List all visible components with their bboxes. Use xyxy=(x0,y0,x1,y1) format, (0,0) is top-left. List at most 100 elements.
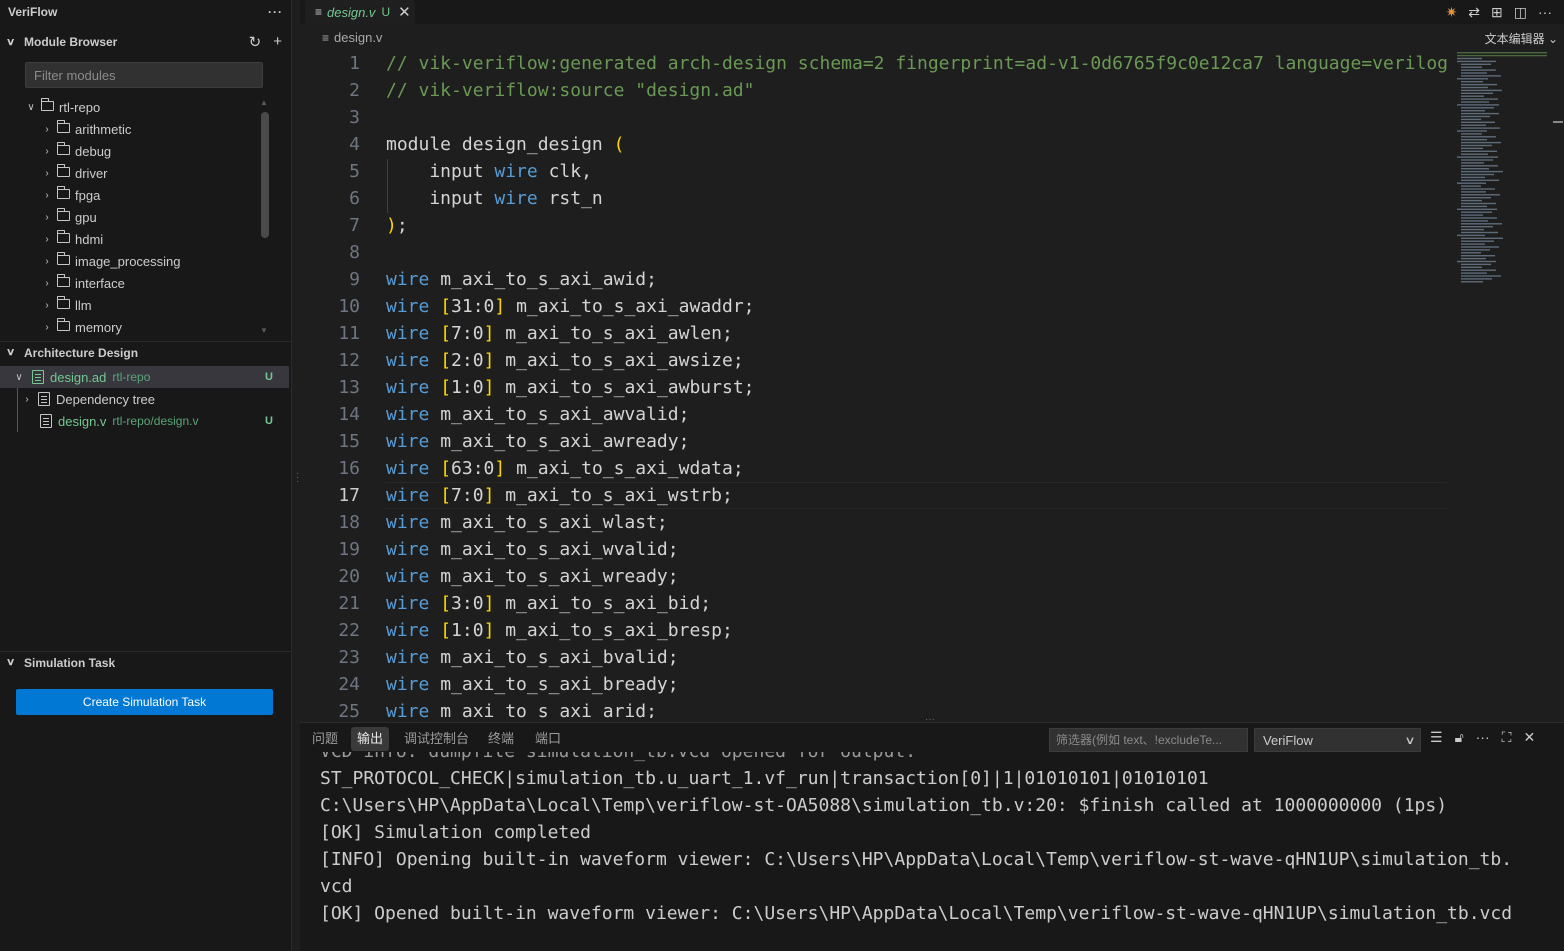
maximize-panel-icon[interactable]: ⛶ xyxy=(1502,729,1512,746)
breadcrumb-file[interactable]: design.v xyxy=(334,30,382,45)
folder-icon xyxy=(41,98,54,111)
chevron-right-icon: › xyxy=(45,299,49,311)
tab-untracked-badge: U xyxy=(381,5,391,19)
sidebar-title: VeriFlow xyxy=(8,5,58,19)
minimap-line xyxy=(1461,89,1502,92)
breadcrumb[interactable]: ≡ design.v xyxy=(322,30,382,45)
folder-icon xyxy=(57,186,70,199)
line-number: 12 xyxy=(338,350,360,371)
output-channel-value: VeriFlow xyxy=(1263,732,1313,748)
section-architecture-design[interactable]: ∨ Architecture Design xyxy=(0,341,292,363)
output-log[interactable]: VCD info: dumpfile simulation_tb.vcd ope… xyxy=(300,752,1564,951)
tree-folder-label: image_processing xyxy=(75,253,181,269)
sidebar: VeriFlow ··· ∨ Module Browser ↻ + ∨ rtl-… xyxy=(0,0,292,951)
file-lines-icon: ≡ xyxy=(322,30,330,45)
minimap-line xyxy=(1457,78,1488,80)
chevron-down-icon: ∨ xyxy=(1404,734,1416,747)
clear-output-icon[interactable]: ☰ xyxy=(1430,729,1443,746)
minimap-line xyxy=(1461,220,1488,222)
minimap-line xyxy=(1461,95,1484,97)
tree-folder-label: memory xyxy=(75,319,122,335)
design-v-item[interactable]: design.v rtl-repo/design.v U xyxy=(0,410,289,432)
compare-changes-icon[interactable]: ⇄ xyxy=(1468,4,1480,21)
tree-folder-hdmi[interactable]: › hdmi xyxy=(40,228,103,250)
tree-folder-fpga[interactable]: › fpga xyxy=(40,184,100,206)
code-line: 24 wire m_axi_to_s_axi_bready; xyxy=(300,671,1450,698)
design-ad-item[interactable]: ∨ design.ad rtl-repo U xyxy=(0,366,289,388)
minimap-line xyxy=(1461,246,1499,248)
tree-folder-driver[interactable]: › driver xyxy=(40,162,108,184)
verilog-file-name: design.v xyxy=(58,413,107,429)
sidebar-resize-handle[interactable]: · · · xyxy=(296,469,299,487)
line-number: 5 xyxy=(349,161,360,182)
code-text: wire [3:0] m_axi_to_s_axi_bid; xyxy=(386,593,712,614)
code-line: 6 input wire rst_n xyxy=(300,185,1450,212)
code-line: 1 // vik-veriflow:generated arch-design s… xyxy=(300,50,1450,77)
line-number: 23 xyxy=(338,647,360,668)
minimap-line xyxy=(1461,199,1482,202)
dependency-tree-icon xyxy=(38,392,50,406)
close-icon[interactable]: ✕ xyxy=(1523,729,1535,746)
minimap-line xyxy=(1461,188,1495,190)
design-file-name: design.ad xyxy=(50,369,107,385)
minimap-line xyxy=(1461,263,1491,266)
output-channel-select[interactable]: VeriFlow ∨ xyxy=(1254,728,1421,752)
add-icon[interactable]: + xyxy=(273,33,282,51)
module-browser-scrollbar[interactable] xyxy=(261,112,269,238)
minimap[interactable] xyxy=(1455,50,1550,290)
lock-icon[interactable]: 🔓︎ xyxy=(1455,729,1464,746)
text-editor-selector[interactable]: 文本编辑器 ⌄ xyxy=(1485,30,1558,47)
code-editor[interactable]: 1 // vik-veriflow:generated arch-design s… xyxy=(300,50,1450,718)
scroll-down-icon[interactable]: ▼ xyxy=(260,326,268,335)
section-simulation-task[interactable]: ∨ Simulation Task xyxy=(0,651,292,673)
tree-folder-gpu[interactable]: › gpu xyxy=(40,206,97,228)
chevron-down-icon: ∨ xyxy=(5,347,16,358)
line-number: 21 xyxy=(338,593,360,614)
split-editor-icon[interactable]: ◫ xyxy=(1514,4,1527,21)
minimap-line xyxy=(1461,240,1494,242)
refresh-icon[interactable]: ↻ xyxy=(249,33,262,51)
scroll-up-icon[interactable]: ▲ xyxy=(260,98,268,107)
line-number: 17 xyxy=(338,485,360,506)
dependency-tree-item[interactable]: › Dependency tree xyxy=(0,388,289,410)
minimap-line xyxy=(1457,156,1498,158)
minimap-line xyxy=(1461,69,1496,71)
minimap-line xyxy=(1461,214,1483,216)
more-actions-icon[interactable]: ··· xyxy=(1476,729,1490,746)
tree-folder-arithmetic[interactable]: › arithmetic xyxy=(40,118,131,140)
tree-folder-llm[interactable]: › llm xyxy=(40,294,92,316)
minimap-line xyxy=(1461,228,1484,231)
line-number: 10 xyxy=(338,296,360,317)
panel-resize-handle[interactable]: ··· xyxy=(925,714,935,725)
create-simulation-task-button[interactable]: Create Simulation Task xyxy=(16,689,273,715)
sparkle-icon[interactable]: ✷ xyxy=(1446,4,1458,21)
tab-design-v[interactable]: ≡ design.v U ✕ xyxy=(305,0,415,24)
chevron-right-icon: › xyxy=(45,211,49,223)
code-line: 20 wire m_axi_to_s_axi_wready; xyxy=(300,563,1450,590)
tree-root-rtl-repo[interactable]: ∨ rtl-repo xyxy=(24,96,100,118)
more-actions-icon[interactable]: ··· xyxy=(268,5,283,19)
section-module-browser[interactable]: ∨ Module Browser ↻ + xyxy=(0,31,292,53)
panel-tab-1[interactable]: 输出 xyxy=(351,727,390,751)
tree-folder-interface[interactable]: › interface xyxy=(40,272,125,294)
code-text: wire m_axi_to_s_axi_bready; xyxy=(386,674,679,695)
panel-tab-0[interactable]: 问题 xyxy=(306,727,344,751)
filter-modules-input[interactable] xyxy=(25,62,263,88)
tree-folder-memory[interactable]: › memory xyxy=(40,316,122,338)
minimap-line xyxy=(1461,281,1483,283)
close-icon[interactable]: ✕ xyxy=(398,3,411,21)
tree-root-label: rtl-repo xyxy=(59,99,101,115)
chevron-down-icon: ∨ xyxy=(5,657,16,668)
output-filter-input[interactable] xyxy=(1049,728,1248,752)
minimap-line xyxy=(1457,130,1487,132)
panel-tab-4[interactable]: 端口 xyxy=(529,727,567,751)
tree-folder-debug[interactable]: › debug xyxy=(40,140,111,162)
minimap-line xyxy=(1461,66,1482,68)
panel-tab-3[interactable]: 终端 xyxy=(482,727,520,751)
more-actions-icon[interactable]: ··· xyxy=(1538,4,1552,21)
code-line: 23 wire m_axi_to_s_axi_bvalid; xyxy=(300,644,1450,671)
tree-folder-image-processing[interactable]: › image_processing xyxy=(40,250,181,272)
panel-tab-2[interactable]: 调试控制台 xyxy=(398,727,475,751)
open-preview-icon[interactable]: ⊞ xyxy=(1491,4,1503,21)
output-line: C:\Users\HP\AppData\Local\Temp\veriflow-… xyxy=(320,795,1448,816)
